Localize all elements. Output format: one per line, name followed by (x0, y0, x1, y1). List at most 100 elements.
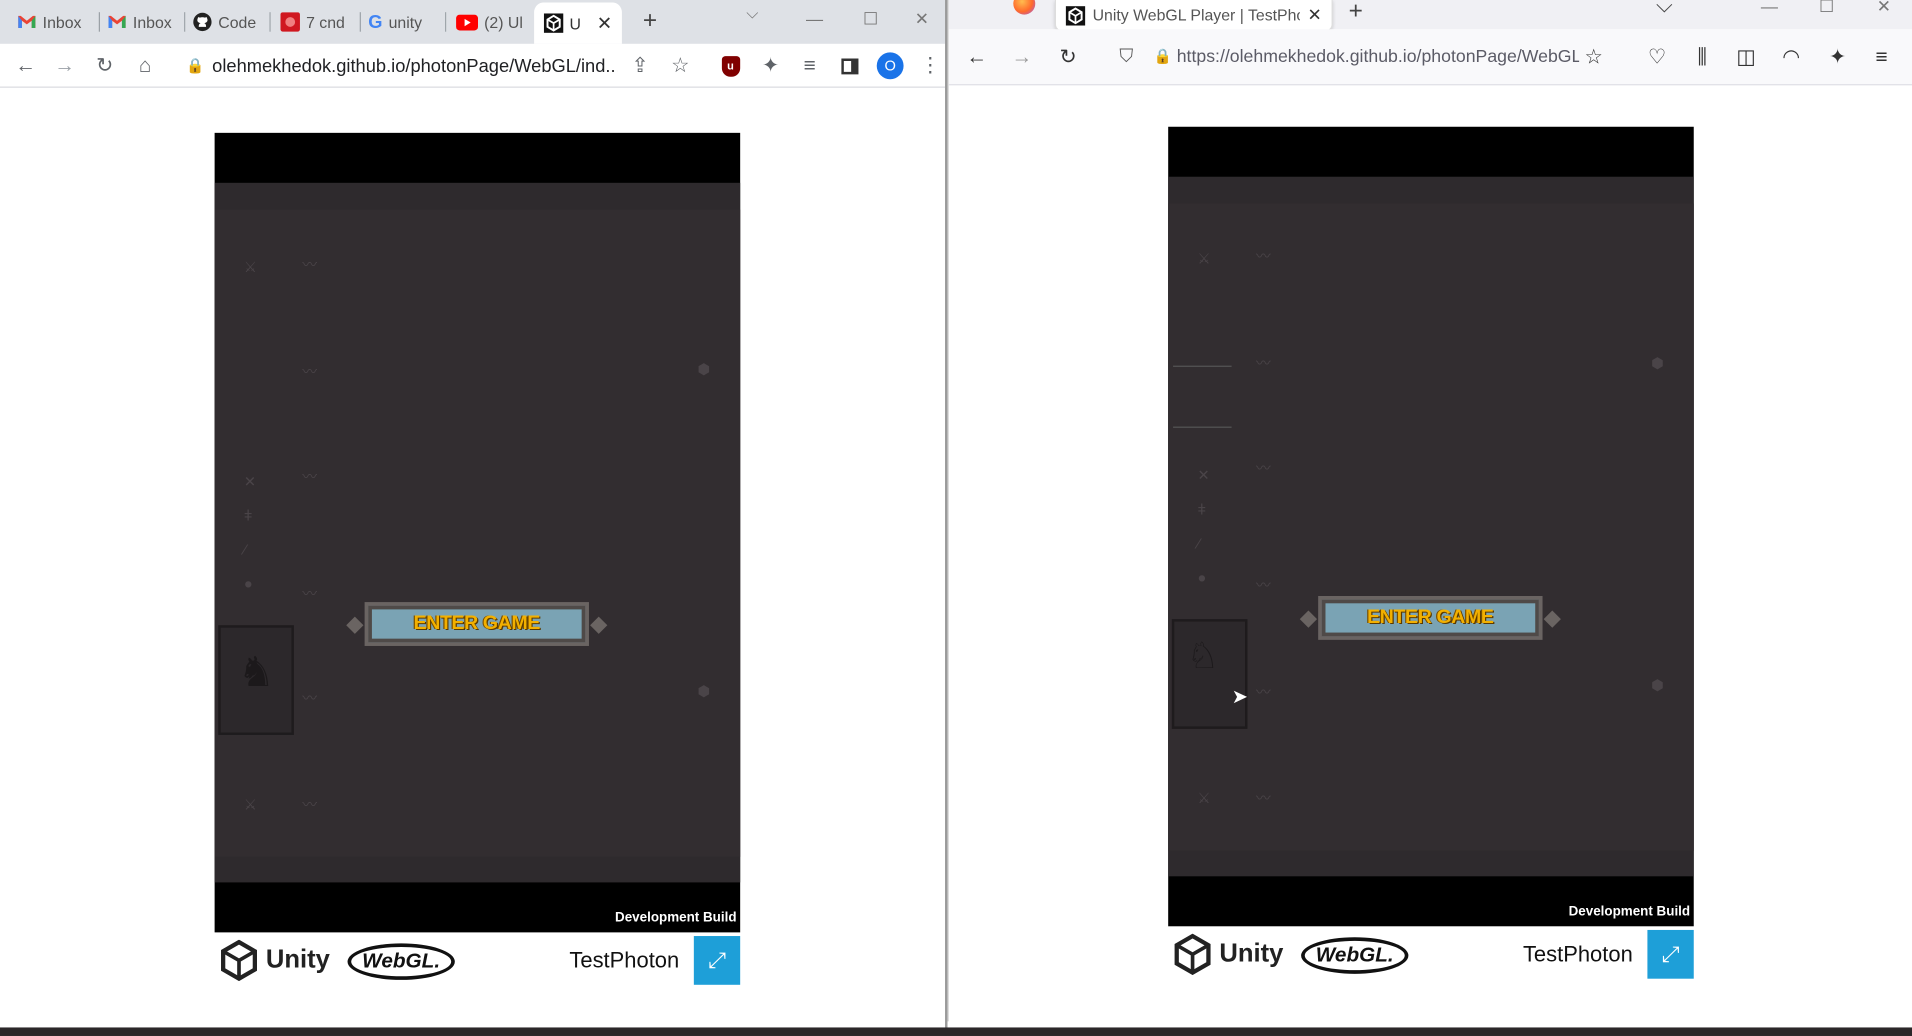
bookmark-button[interactable]: ☆ (1578, 43, 1610, 72)
fullscreen-button[interactable]: ⤢ (1647, 929, 1694, 979)
close-window-button[interactable]: ✕ (1856, 0, 1912, 24)
reload-button[interactable]: ↻ (1052, 43, 1084, 72)
unit-icon: ⚔ (243, 258, 258, 276)
puzzle-icon: ✦ (1828, 45, 1847, 69)
enter-game-button[interactable]: ENTER GAME (1299, 584, 1561, 655)
side-panel-button[interactable] (834, 51, 866, 80)
unit-icon: 〰 (1255, 459, 1271, 477)
unity-canvas[interactable]: ⚔ 〰 〰 ⬢ 〰 ✕ ǂ ⁄ ● 〰 〰 ⬢ ⚔ 〰 ♞ ENTER GAME… (214, 132, 741, 933)
media-button[interactable]: ≡ (794, 51, 826, 80)
lock-icon[interactable]: 🔒 (1154, 48, 1172, 65)
forward-button[interactable]: → (1006, 43, 1038, 72)
firefox-tab-title: Unity WebGL Player | TestPhoton (1092, 6, 1301, 25)
unit-icon: ǂ (243, 507, 253, 525)
unit-icon: 〰 (302, 689, 318, 707)
unit-icon: 〰 (302, 795, 318, 813)
close-tab-icon[interactable]: ✕ (1308, 5, 1322, 26)
home-icon: ⌂ (138, 53, 152, 77)
unity-icon (543, 13, 564, 33)
forward-button[interactable]: → (49, 51, 81, 80)
chrome-tab-code[interactable]: Code (183, 6, 271, 38)
card-slot[interactable]: ♘ (1171, 619, 1248, 729)
shield-icon: ⬢ (697, 360, 711, 378)
webgl-logo: WebGL. (1301, 937, 1409, 974)
unit-icon: ● (1197, 569, 1207, 587)
reload-button[interactable]: ↻ (89, 51, 121, 80)
back-button[interactable]: ← (10, 51, 42, 80)
arrow-right-icon: → (54, 53, 75, 77)
ublock-button[interactable]: u (715, 51, 747, 80)
firefox-tab-unity-player[interactable]: Unity WebGL Player | TestPhoton ✕ (1054, 0, 1333, 32)
share-icon: ⇪ (631, 53, 649, 77)
unit-icon: ⚔ (1197, 789, 1211, 807)
minimize-button[interactable]: — (787, 0, 843, 37)
chrome-tab-unity-player[interactable]: U ✕ (534, 2, 622, 44)
maximize-button[interactable]: ☐ (843, 0, 899, 37)
chrome-tab-title: Inbox (42, 12, 82, 32)
puzzle-icon: ✦ (761, 53, 780, 77)
unity-logo: Unity (219, 939, 330, 982)
divider-line (1173, 365, 1232, 367)
game-area (214, 182, 741, 883)
fullscreen-button[interactable]: ⤢ (693, 936, 741, 985)
card-slot[interactable]: ♞ (218, 625, 294, 735)
home-button[interactable]: ⌂ (129, 51, 161, 80)
arrow-right-icon: → (1011, 45, 1033, 69)
unit-icon: 〰 (302, 363, 318, 381)
menu-button[interactable]: ⋮ (915, 51, 945, 80)
minimize-button[interactable]: — (1741, 0, 1797, 24)
chrome-tab-7cnd[interactable]: 7 cnd (271, 6, 361, 38)
chrome-tab-inbox-1[interactable]: Inbox (7, 6, 100, 38)
kebab-menu-icon: ⋮ (920, 53, 941, 77)
button-cap-icon (1543, 610, 1561, 628)
menu-button[interactable]: ≡ (1866, 43, 1898, 72)
button-cap-icon (1299, 610, 1318, 628)
close-window-button[interactable]: ✕ (899, 0, 945, 37)
bookmark-button[interactable]: ☆ (665, 51, 697, 80)
firefox-menu-icon[interactable] (1013, 0, 1036, 15)
url-text: olehmekhedok.github.io/photonPage/WebGL/… (212, 55, 618, 77)
sidebar-button[interactable]: ◫ (1730, 43, 1762, 72)
chrome-tab-title: unity (388, 12, 423, 32)
chrome-tab-strip: Inbox Inbox Code 7 cnd G unity (2) Ul U … (0, 0, 946, 44)
expand-icon: ⤢ (708, 947, 726, 972)
close-tab-icon[interactable]: ✕ (597, 12, 612, 34)
address-bar[interactable]: 🔒 olehmekhedok.github.io/photonPage/WebG… (183, 49, 617, 83)
unit-icon: ● (243, 575, 253, 593)
address-bar[interactable]: https://olehmekhedok.github.io/photonPag… (1177, 39, 1579, 76)
shield-icon: ⬢ (1651, 676, 1664, 694)
development-build-label: Development Build (1568, 904, 1691, 919)
pocket-button[interactable]: ♡ (1641, 43, 1673, 72)
creature-icon: ♞ (237, 649, 275, 696)
google-icon: G (368, 11, 383, 33)
profile-button[interactable]: O (874, 51, 906, 80)
enter-game-button[interactable]: ENTER GAME (346, 590, 608, 661)
ublock-icon: u (721, 55, 740, 77)
chrome-tab-unity-search[interactable]: G unity (359, 6, 447, 38)
unity-cube-icon (1174, 933, 1211, 976)
tracking-shield-icon[interactable]: ⛉ (1119, 46, 1133, 67)
enter-game-label: ENTER GAME (364, 602, 589, 646)
library-button[interactable]: ⫼ (1686, 43, 1718, 72)
extensions-button[interactable]: ✦ (755, 51, 787, 80)
maximize-button[interactable]: ☐ (1799, 0, 1855, 24)
extensions-button[interactable]: ✦ (1822, 43, 1854, 72)
chrome-window: Inbox Inbox Code 7 cnd G unity (2) Ul U … (0, 0, 946, 1036)
player-footer: Unity WebGL. TestPhoton ⤢ (1168, 929, 1694, 981)
new-tab-button[interactable]: + (1349, 0, 1363, 26)
chrome-tab-youtube[interactable]: (2) Ul (446, 6, 534, 38)
shield-icon: ⬢ (697, 682, 711, 700)
tab-search-icon[interactable]: ⌵ (746, 4, 758, 24)
chrome-tab-title: 7 cnd (306, 12, 345, 32)
unity-icon (1065, 5, 1086, 25)
library-icon: ⫼ (1697, 45, 1708, 69)
unity-canvas[interactable]: ⚔ 〰 〰 ⬢ 〰 ✕ ǂ ⁄ ● 〰 〰 ⬢ ⚔ 〰 ♘ ➤ ENTER GA… (1168, 126, 1694, 927)
back-button[interactable]: ← (961, 43, 993, 72)
chrome-tab-inbox-2[interactable]: Inbox (98, 6, 186, 38)
unit-icon: 〰 (1255, 683, 1271, 701)
unit-icon: 〰 (1255, 354, 1271, 372)
share-button[interactable]: ⇪ (624, 51, 656, 80)
list-tabs-icon[interactable]: ⌵ (1656, 0, 1673, 18)
new-tab-button[interactable]: + (637, 7, 664, 34)
account-button[interactable]: ◠ (1775, 43, 1807, 72)
